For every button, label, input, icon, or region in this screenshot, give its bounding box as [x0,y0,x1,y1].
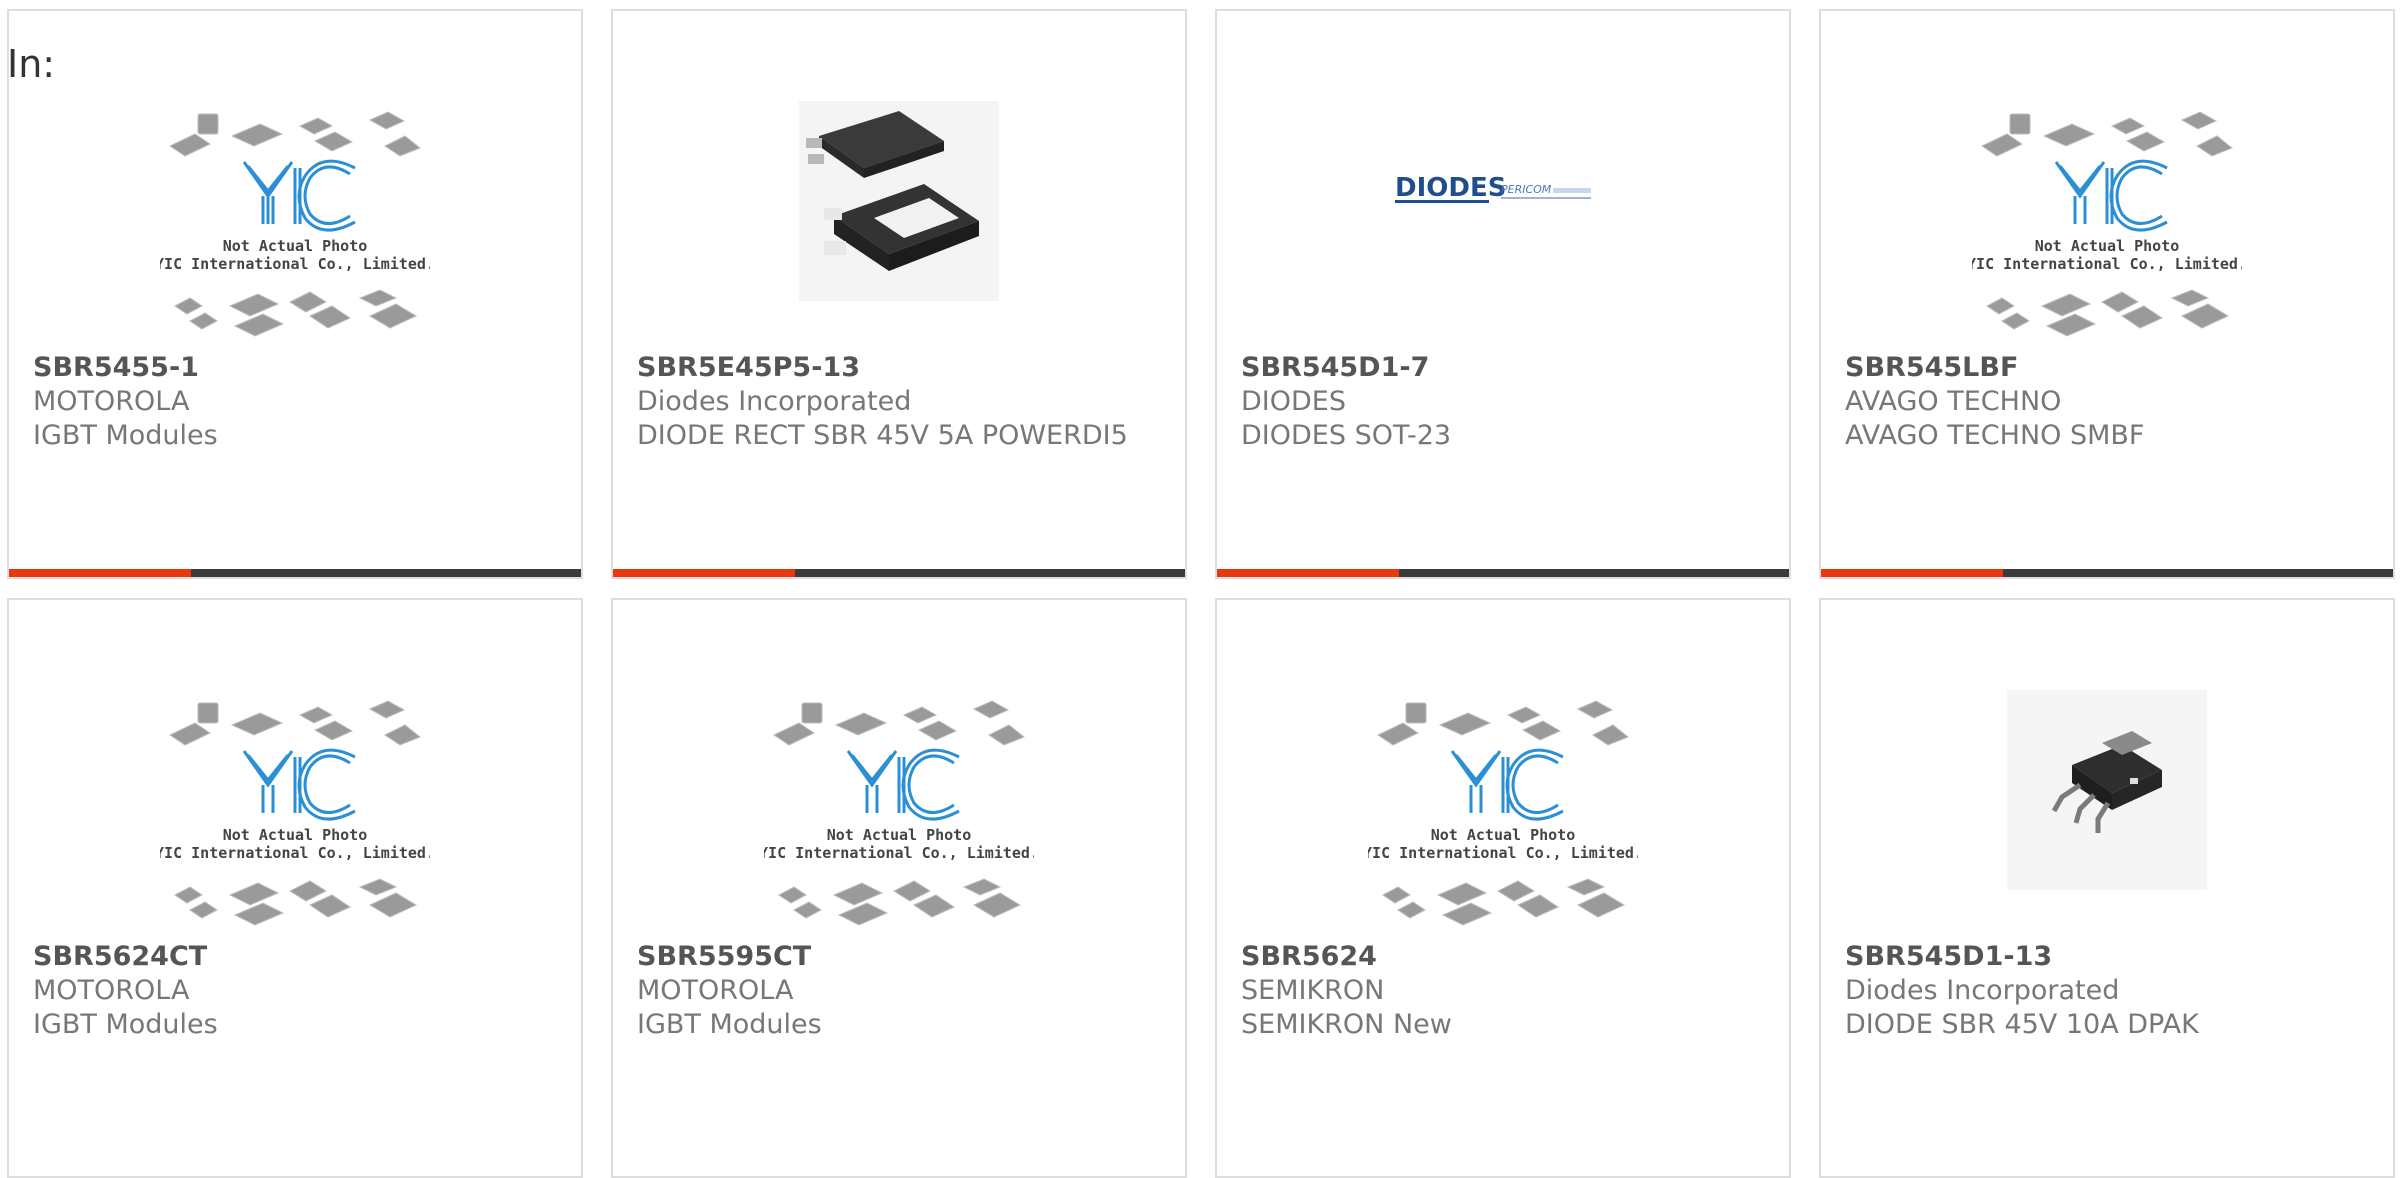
svg-text:Not Actual Photo: Not Actual Photo [2035,237,2180,255]
manufacturer: MOTOROLA [637,975,794,1006]
svg-text:DIODES: DIODES [1395,173,1506,203]
placeholder-image: Not Actual Photo YIC International Co., … [613,685,1185,945]
manufacturer: MOTOROLA [33,386,190,417]
product-info: SBR5624 SEMIKRON SEMIKRON New [1241,940,1769,1042]
product-info: SBR5E45P5-13 Diodes Incorporated DIODE R… [637,351,1165,453]
product-info: SBR545LBF AVAGO TECHNO AVAGO TECHNO SMBF [1845,351,2373,453]
product-card[interactable]: Not Actual Photo YIC International Co., … [611,598,1187,1178]
svg-text:YIC International Co., Limited: YIC International Co., Limited. [1368,844,1638,862]
description: IGBT Modules [637,1009,822,1040]
product-grid: Not Actual Photo YIC International Co., … [0,0,2400,1178]
svg-text:Not Actual Photo: Not Actual Photo [223,826,368,844]
powerdi5-package-photo [613,96,1185,356]
product-card[interactable]: Not Actual Photo YIC International Co., … [1819,9,2395,579]
product-info: SBR545D1-7 DIODES DIODES SOT-23 [1241,351,1769,453]
svg-text:Not Actual Photo: Not Actual Photo [223,237,368,255]
svg-text:Not Actual Photo: Not Actual Photo [827,826,972,844]
product-info: SBR5624CT MOTOROLA IGBT Modules [33,940,561,1042]
manufacturer: Diodes Incorporated [637,386,912,417]
product-card[interactable]: Not Actual Photo YIC International Co., … [7,9,583,579]
placeholder-image: Not Actual Photo YIC International Co., … [9,96,581,356]
description: IGBT Modules [33,420,218,451]
description: DIODE RECT SBR 45V 5A POWERDI5 [637,420,1128,451]
description: IGBT Modules [33,1009,218,1040]
svg-text:YIC International Co., Limited: YIC International Co., Limited. [1972,255,2242,273]
part-number[interactable]: SBR5455-1 [33,351,561,385]
description: DIODE SBR 45V 10A DPAK [1845,1009,2199,1040]
placeholder-image: Not Actual Photo YIC International Co., … [1217,685,1789,945]
product-card[interactable]: Not Actual Photo YIC International Co., … [1215,598,1791,1178]
product-info: SBR545D1-13 Diodes Incorporated DIODE SB… [1845,940,2373,1042]
card-accent [613,569,795,577]
part-number[interactable]: SBR545D1-13 [1845,940,2373,974]
svg-text:PERICOM: PERICOM [1501,183,1552,196]
placeholder-image: Not Actual Photo YIC International Co., … [9,685,581,945]
manufacturer: SEMIKRON [1241,975,1385,1006]
svg-text:Not Actual Photo: Not Actual Photo [1431,826,1576,844]
part-number[interactable]: SBR545LBF [1845,351,2373,385]
description: DIODES SOT-23 [1241,420,1452,451]
manufacturer: Diodes Incorporated [1845,975,2120,1006]
card-bottom-bar [9,569,581,577]
product-card[interactable]: SBR5E45P5-13 Diodes Incorporated DIODE R… [611,9,1187,579]
filter-label: In: [7,42,56,86]
card-accent [9,569,191,577]
part-number[interactable]: SBR545D1-7 [1241,351,1769,385]
diodes-logo: DIODES PERICOM [1217,96,1789,356]
placeholder-image: Not Actual Photo YIC International Co., … [1821,96,2393,356]
svg-text:YIC International Co., Limited: YIC International Co., Limited. [160,844,430,862]
manufacturer: DIODES [1241,386,1346,417]
part-number[interactable]: SBR5624 [1241,940,1769,974]
card-bottom-bar [613,569,1185,577]
product-card[interactable]: SBR545D1-13 Diodes Incorporated DIODE SB… [1819,598,2395,1178]
product-card[interactable]: DIODES PERICOM SBR545D1-7 DIODES DIODES … [1215,9,1791,579]
part-number[interactable]: SBR5E45P5-13 [637,351,1165,385]
card-bottom-bar [1217,569,1789,577]
svg-text:YIC International Co., Limited: YIC International Co., Limited. [160,255,430,273]
manufacturer: MOTOROLA [33,975,190,1006]
product-card[interactable]: Not Actual Photo YIC International Co., … [7,598,583,1178]
description: SEMIKRON New [1241,1009,1452,1040]
card-accent [1821,569,2003,577]
manufacturer: AVAGO TECHNO [1845,386,2062,417]
product-info: SBR5595CT MOTOROLA IGBT Modules [637,940,1165,1042]
svg-text:YIC International Co., Limited: YIC International Co., Limited. [764,844,1034,862]
product-info: SBR5455-1 MOTOROLA IGBT Modules [33,351,561,453]
part-number[interactable]: SBR5624CT [33,940,561,974]
part-number[interactable]: SBR5595CT [637,940,1165,974]
card-accent [1217,569,1399,577]
dpak-package-photo [1821,685,2393,945]
description: AVAGO TECHNO SMBF [1845,420,2145,451]
card-bottom-bar [1821,569,2393,577]
